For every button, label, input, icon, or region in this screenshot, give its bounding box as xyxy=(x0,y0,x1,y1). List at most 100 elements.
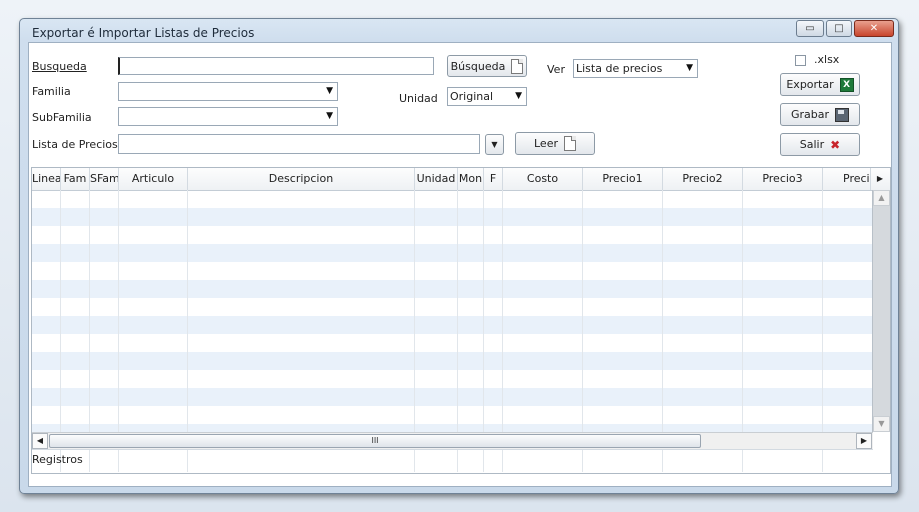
busqueda-button-label: Búsqueda xyxy=(450,59,506,73)
column-divider xyxy=(89,190,90,472)
unidad-select-value: Original xyxy=(450,90,494,103)
scroll-up-icon[interactable]: ▲ xyxy=(873,190,890,206)
save-disk-icon xyxy=(835,107,850,122)
column-divider xyxy=(187,450,188,471)
column-header-linea[interactable]: Linea xyxy=(32,168,61,190)
unidad-label: Unidad xyxy=(399,92,438,105)
vertical-scrollbar[interactable]: ▲ ▼ xyxy=(872,190,890,432)
chevron-down-icon: ▼ xyxy=(491,140,498,149)
column-header-articulo[interactable]: Articulo xyxy=(119,168,188,190)
lista-precios-dropdown-button[interactable]: ▼ xyxy=(485,134,504,155)
column-divider xyxy=(483,450,484,471)
column-header-unidad[interactable]: Unidad xyxy=(415,168,458,190)
table-row[interactable] xyxy=(32,208,873,226)
chevron-down-icon: ▼ xyxy=(326,86,333,96)
chevron-down-icon: ▼ xyxy=(686,63,693,73)
exportar-button[interactable]: Exportar X xyxy=(780,73,860,96)
column-divider xyxy=(822,190,823,472)
window-title: Exportar é Importar Listas de Precios xyxy=(32,26,255,40)
scroll-right-icon[interactable]: ▶ xyxy=(856,433,872,449)
close-x-icon: ✖ xyxy=(830,137,841,152)
scroll-right-header-icon[interactable]: ▶ xyxy=(871,168,889,190)
ver-select[interactable]: Lista de precios ▼ xyxy=(573,59,698,78)
xlsx-label: .xlsx xyxy=(814,53,840,66)
document-icon xyxy=(564,136,576,151)
subfamilia-label: SubFamilia xyxy=(32,111,92,124)
table-row[interactable] xyxy=(32,388,873,406)
column-divider xyxy=(483,190,484,472)
registros-label: Registros xyxy=(32,453,83,466)
maximize-button[interactable]: □ xyxy=(826,20,852,37)
leer-button[interactable]: Leer xyxy=(515,132,595,155)
column-divider xyxy=(822,450,823,471)
horizontal-scrollbar[interactable]: ◀ III ▶ xyxy=(32,432,873,449)
table-row[interactable] xyxy=(32,406,873,424)
grabar-button[interactable]: Grabar xyxy=(780,103,860,126)
close-button[interactable]: ✕ xyxy=(854,20,894,37)
salir-button[interactable]: Salir ✖ xyxy=(780,133,860,156)
table-row[interactable] xyxy=(32,190,873,208)
table-row[interactable] xyxy=(32,262,873,280)
leer-button-label: Leer xyxy=(534,137,558,150)
familia-label: Familia xyxy=(32,85,71,98)
lista-precios-input[interactable] xyxy=(118,134,480,154)
column-header-precio2[interactable]: Precio2 xyxy=(663,168,743,190)
column-header-precio1[interactable]: Precio1 xyxy=(583,168,663,190)
column-header-mon[interactable]: Mon xyxy=(458,168,484,190)
busqueda-input[interactable] xyxy=(118,57,434,75)
table-row[interactable] xyxy=(32,244,873,262)
scroll-down-icon[interactable]: ▼ xyxy=(873,416,890,432)
column-header-sfam[interactable]: SFam xyxy=(90,168,119,190)
table-row[interactable] xyxy=(32,298,873,316)
ver-select-value: Lista de precios xyxy=(576,62,663,75)
column-header-precio[interactable]: Precio xyxy=(823,168,871,190)
column-header-descripcion[interactable]: Descripcion xyxy=(188,168,415,190)
column-divider xyxy=(414,190,415,472)
table-row[interactable] xyxy=(32,352,873,370)
column-divider xyxy=(118,190,119,472)
column-header-f[interactable]: F xyxy=(484,168,503,190)
column-divider xyxy=(662,450,663,471)
table-row[interactable] xyxy=(32,280,873,298)
xlsx-checkbox[interactable] xyxy=(795,55,806,66)
maximize-icon: □ xyxy=(834,23,844,34)
price-list-grid[interactable]: Linea Fam SFam Articulo Descripcion Unid… xyxy=(31,167,891,474)
exportar-button-label: Exportar xyxy=(786,78,834,91)
table-row[interactable] xyxy=(32,226,873,244)
column-header-costo[interactable]: Costo xyxy=(503,168,583,190)
table-row[interactable] xyxy=(32,316,873,334)
column-divider xyxy=(582,450,583,471)
unidad-select[interactable]: Original ▼ xyxy=(447,87,527,106)
lista-precios-label: Lista de Precios xyxy=(32,138,118,151)
busqueda-button[interactable]: Búsqueda xyxy=(447,55,527,77)
scroll-left-icon[interactable]: ◀ xyxy=(32,433,48,449)
column-divider xyxy=(582,190,583,472)
form-client-area: Busqueda Búsqueda Ver Lista de precios ▼… xyxy=(28,42,892,487)
subfamilia-select[interactable]: ▼ xyxy=(118,107,338,126)
document-icon xyxy=(511,58,524,74)
table-row[interactable] xyxy=(32,334,873,352)
column-divider xyxy=(60,190,61,472)
minimize-button[interactable]: ▭ xyxy=(796,20,824,37)
chevron-down-icon: ▼ xyxy=(326,111,333,121)
column-header-fam[interactable]: Fam xyxy=(61,168,90,190)
grabar-button-label: Grabar xyxy=(790,108,830,121)
column-divider xyxy=(414,450,415,471)
main-window: Exportar é Importar Listas de Precios ▭ … xyxy=(19,18,899,494)
column-divider xyxy=(502,190,503,472)
column-divider xyxy=(502,450,503,471)
column-divider xyxy=(742,190,743,472)
grid-footer: Registros xyxy=(32,449,873,471)
grid-header: Linea Fam SFam Articulo Descripcion Unid… xyxy=(32,168,890,191)
column-header-precio3[interactable]: Precio3 xyxy=(743,168,823,190)
salir-button-label: Salir xyxy=(799,138,825,151)
familia-select[interactable]: ▼ xyxy=(118,82,338,101)
minimize-icon: ▭ xyxy=(805,23,815,34)
table-row[interactable] xyxy=(32,424,873,432)
horizontal-scroll-thumb[interactable]: III xyxy=(49,434,701,448)
table-row[interactable] xyxy=(32,370,873,388)
column-divider xyxy=(662,190,663,472)
column-divider xyxy=(742,450,743,471)
chevron-down-icon: ▼ xyxy=(515,91,522,101)
close-icon: ✕ xyxy=(869,23,879,34)
